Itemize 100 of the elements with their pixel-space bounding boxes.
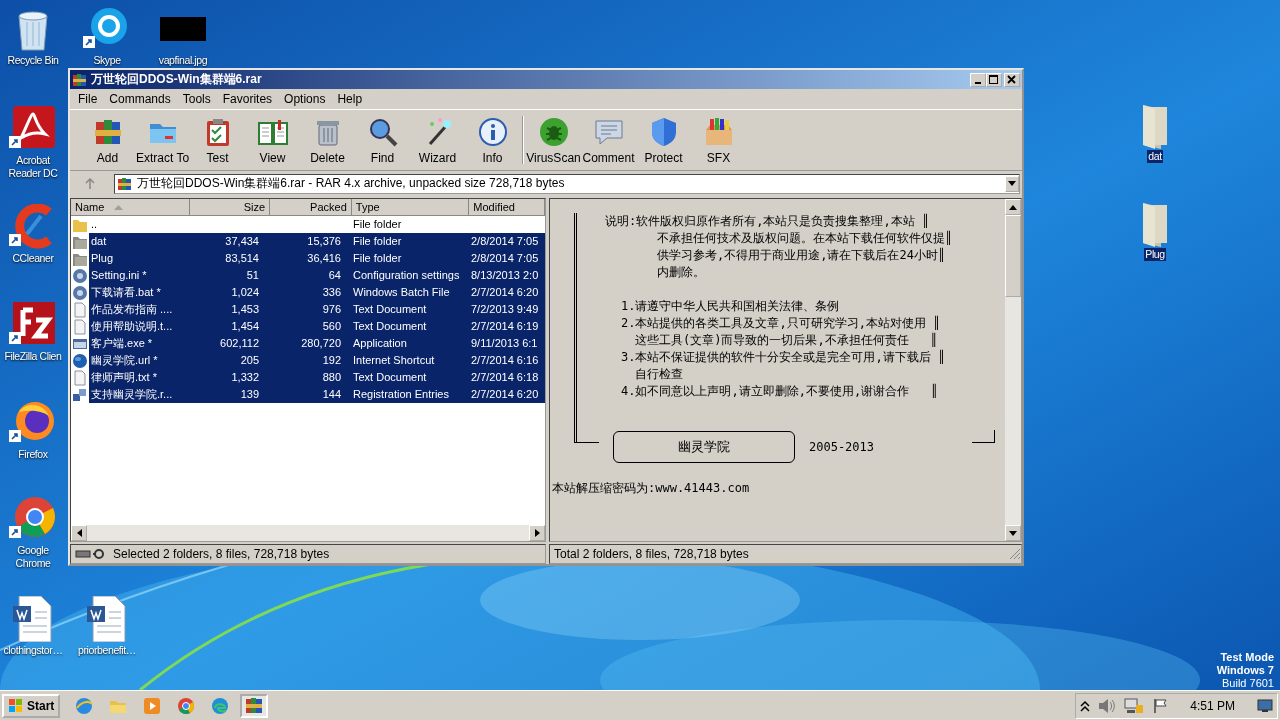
chevron-up-icon[interactable]	[1080, 699, 1091, 712]
address-field[interactable]: 万世轮回DDOS-Win集群端6.rar - RAR 4.x archive, unpacked size 728,718 bytes	[114, 173, 1020, 194]
toolbar-button[interactable]: Comment	[581, 115, 636, 165]
scrollbar[interactable]	[1005, 199, 1021, 541]
table-cell-text: 作品发布指南 ....	[90, 302, 174, 317]
table-cell-text: File folder	[352, 217, 403, 232]
toolbar-button[interactable]: Delete	[300, 115, 355, 165]
table-cell-text: 51	[245, 268, 260, 283]
file-row[interactable]: 作品发布指南 .... 1,453 976 Text Document 7/2/2013 9:49	[89, 301, 545, 318]
toolbar-button[interactable]: Protect	[636, 115, 691, 165]
table-cell-text: 1,332	[230, 370, 260, 385]
clock-text[interactable]: 4:51 PM	[1190, 698, 1235, 713]
status-text: Selected 2 folders, 8 files, 728,718 bytes	[113, 547, 330, 561]
maximize-button[interactable]	[986, 72, 1002, 87]
down-arrow-icon[interactable]	[1009, 530, 1017, 536]
start-logo-icon	[8, 697, 24, 714]
table-cell-text: 下载请看.bat *	[90, 285, 162, 300]
archive-icon	[244, 695, 265, 716]
table-cell-text: Internet Shortcut	[352, 353, 436, 368]
toolbar-button[interactable]: View	[245, 115, 300, 165]
toolbar-button[interactable]: Extract To	[135, 115, 190, 165]
comment-line: 2.本站提供的各类工具及文章,只可研究学习,本站对使用 ║	[620, 315, 942, 332]
icon-label[interactable]: dat	[1147, 150, 1163, 163]
bug-icon	[537, 115, 570, 148]
table-cell-text: 2/8/2014 7:05	[470, 234, 540, 249]
column-header[interactable]: Type	[351, 199, 470, 216]
table-cell-text: 7/2/2013 9:49	[470, 302, 540, 317]
icon-label[interactable]: Acrobat Reader DC	[0, 154, 66, 180]
menu-item[interactable]: Favorites	[216, 92, 279, 106]
left-arrow-icon[interactable]	[76, 529, 82, 537]
close-button[interactable]	[1004, 72, 1020, 87]
file-row[interactable]: 下载请看.bat * 1,024 336 Windows Batch File 2/7/2014 6:20	[89, 284, 545, 301]
table-cell-text: 1,024	[230, 285, 260, 300]
thumbnail-icon	[160, 17, 206, 41]
comment-line: 供学习参考,不得用于商业用途,请在下载后在24小时║	[656, 247, 947, 264]
toolbar-button[interactable]: VirusScan	[526, 115, 581, 165]
menu-item[interactable]: Help	[331, 92, 369, 106]
minimize-button[interactable]	[970, 72, 986, 87]
years-text: 2005-2013	[809, 440, 876, 454]
file-row[interactable]: 律师声明.txt * 1,332 880 Text Document 2/7/2014 6:18	[89, 369, 545, 386]
menu-item[interactable]: Tools	[176, 92, 217, 106]
network-icon[interactable]	[1124, 697, 1145, 714]
scrollbar[interactable]	[71, 525, 545, 541]
icon-label[interactable]: Plug	[1144, 248, 1166, 261]
toolbar-button[interactable]: Wizard	[410, 115, 465, 165]
toolbar-button[interactable]: SFX	[691, 115, 746, 165]
icon-label[interactable]: Firefox	[17, 448, 49, 461]
column-header[interactable]: Packed	[270, 199, 352, 216]
menu-item[interactable]: Commands	[103, 92, 177, 106]
column-header[interactable]: Modified	[469, 199, 545, 216]
table-cell-text: 15,376	[306, 234, 342, 249]
table-cell-text: Windows Batch File	[352, 285, 451, 300]
table-cell-text: 880	[321, 370, 342, 385]
file-row[interactable]: 幽灵学院.url * 205 192 Internet Shortcut 2/7/2014 6:16	[89, 352, 545, 369]
toolbar-button[interactable]: Find	[355, 115, 410, 165]
table-cell-text: 9/11/2013 6:1	[470, 336, 539, 351]
flag-icon[interactable]	[1152, 697, 1169, 714]
table-cell-text: Text Document	[352, 319, 428, 334]
toolbar-button[interactable]: Info	[465, 115, 520, 165]
start-button[interactable]: Start	[2, 693, 61, 718]
icon-label[interactable]: Recycle Bin	[6, 54, 60, 67]
resize-grip-icon[interactable]	[1009, 548, 1021, 560]
table-cell-text: ..	[90, 217, 99, 232]
show-desktop-icon[interactable]	[1257, 698, 1273, 713]
file-row[interactable]: 客户端.exe * 602,112 280,720 Application 9/11/2013 6:1	[89, 335, 545, 352]
table-cell-text: 8/13/2013 2:0	[470, 268, 540, 283]
icon-label[interactable]: vapfinal.jpg	[157, 54, 209, 67]
table-cell-text: 205	[239, 353, 260, 368]
column-header[interactable]: Size	[190, 199, 271, 216]
table-cell-text: 2/7/2014 6:20	[470, 285, 540, 300]
info-icon	[476, 115, 509, 148]
os-notice-text: Build 7601	[1222, 677, 1274, 690]
toolbar-button[interactable]: Test	[190, 115, 245, 165]
up-arrow-icon[interactable]	[1009, 204, 1017, 210]
status-text: Total 2 folders, 8 files, 728,718 bytes	[554, 547, 750, 561]
icon-label[interactable]: CCleaner	[11, 252, 55, 265]
signature-text: 幽灵学院	[678, 438, 730, 456]
menu-item[interactable]: File	[72, 92, 104, 106]
icon-label[interactable]: Skype	[92, 54, 122, 67]
file-row[interactable]: dat 37,434 15,376 File folder 2/8/2014 7:05	[89, 233, 545, 250]
file-row[interactable]: 使用帮助说明.t... 1,454 560 Text Document 2/7/2014 6:19	[89, 318, 545, 335]
file-row[interactable]: Setting.ini * 51 64 Configuration settings 8/13/2013 2:0	[89, 267, 545, 284]
menu-item[interactable]: Options	[278, 92, 332, 106]
toolbar-button[interactable]: Add	[80, 115, 135, 165]
file-row[interactable]: Plug 83,514 36,416 File folder 2/8/2014 7:05	[89, 250, 545, 267]
table-cell-text: 976	[321, 302, 342, 317]
icon-label[interactable]: Google Chrome	[0, 544, 66, 570]
taskbar-button[interactable]	[240, 693, 269, 718]
file-row[interactable]: 支持幽灵学院.r... 139 144 Registration Entries 2/7/2014 6:20	[89, 386, 545, 403]
column-header[interactable]: Name	[71, 199, 191, 216]
scroll-thumb[interactable]	[1005, 215, 1021, 297]
gear-icon	[72, 267, 88, 284]
right-arrow-icon[interactable]	[534, 529, 540, 537]
file-row[interactable]: .. File folder	[89, 216, 545, 233]
up-arrow-icon	[84, 177, 96, 190]
table-cell-text: Text Document	[352, 370, 428, 385]
table-cell-text: 36,416	[306, 251, 342, 266]
table-cell-text: 83,514	[224, 251, 260, 266]
icon-label[interactable]: FileZilla Clien	[3, 350, 63, 363]
speaker-icon[interactable]	[1098, 697, 1117, 714]
